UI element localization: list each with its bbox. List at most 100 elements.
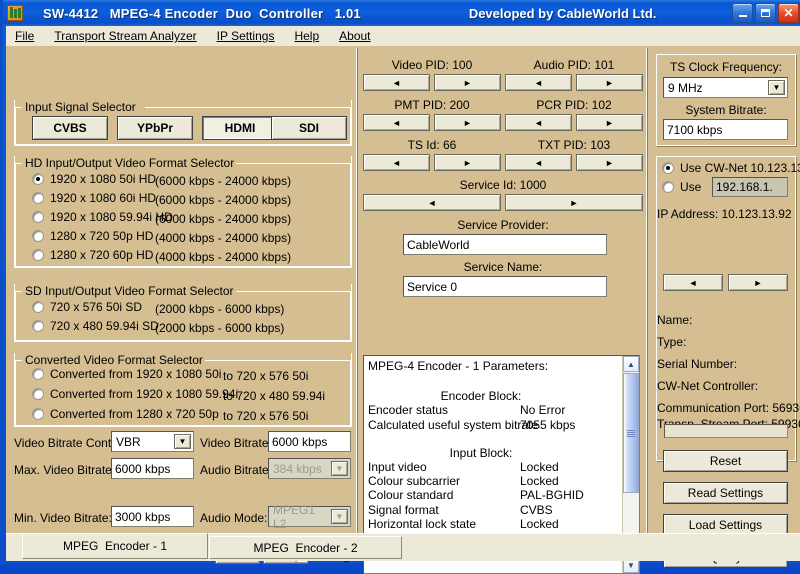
ts-clock-combo[interactable]: 9 MHz ▼ — [663, 77, 788, 98]
max-video-bitrate-input[interactable]: 6000 kbps — [111, 458, 194, 479]
use-ip-label: Use — [680, 180, 702, 194]
ip-address-label: IP Address: 10.123.13.92 — [657, 207, 792, 221]
hd-format-option-4[interactable]: 1280 x 720 60p HD — [32, 248, 153, 262]
hd-format-option-0[interactable]: 1920 x 1080 50i HD — [32, 172, 156, 186]
menu-item-file[interactable]: File — [6, 27, 43, 45]
parameter-key: Signal format — [368, 502, 439, 517]
audio-pid-decrease-button[interactable]: ◄ — [505, 74, 572, 91]
hd-format-option-2[interactable]: 1920 x 1080 59.94i HD — [32, 210, 173, 224]
minimize-button[interactable] — [732, 3, 753, 23]
menu-item-help[interactable]: Help — [285, 27, 328, 45]
pcr-pid-increase-button[interactable]: ► — [576, 114, 643, 131]
parameter-row: Horizontal lock state Locked — [368, 517, 618, 531]
ts-id-increase-button[interactable]: ► — [434, 154, 501, 171]
txt-pid-label: TXT PID: 103 — [537, 138, 611, 152]
use-ip-input[interactable]: 192.168.1. — [712, 177, 788, 197]
service-id-label: Service Id: 1000 — [459, 178, 547, 192]
scroll-up-icon[interactable]: ▲ — [623, 356, 639, 372]
service-id-increase-button[interactable]: ► — [505, 194, 643, 211]
audio-mode-combo[interactable]: MPEG1 L2 ▼ — [268, 503, 351, 531]
video-pid-decrease-button[interactable]: ◄ — [363, 74, 430, 91]
communication-port-label: Communication Port: 56936 — [657, 401, 800, 415]
parameter-row: Colour standard PAL-BGHID — [368, 488, 618, 502]
scrollbar-thumb[interactable] — [623, 373, 639, 493]
converted-format-option-1[interactable]: Converted from 1920 x 1080 59.94i — [32, 387, 238, 401]
close-button[interactable]: ✕ — [778, 3, 799, 23]
ip-decrease-button[interactable]: ◄ — [663, 274, 723, 291]
service-name-input[interactable]: Service 0 — [403, 276, 607, 297]
application-window: SW-4412 MPEG-4 Encoder Duo Controller 1.… — [0, 0, 800, 574]
converted-format-option-0[interactable]: Converted from 1920 x 1080 50i — [32, 367, 221, 381]
input-button-cvbs[interactable]: CVBS — [32, 116, 108, 140]
video-bitrate-cont-combo[interactable]: VBR ▼ — [111, 431, 194, 452]
service-id-decrease-button[interactable]: ◄ — [363, 194, 501, 211]
audio-bitrate-label: Audio Bitrate: — [200, 463, 273, 477]
column-divider-left-shadow — [357, 48, 358, 557]
parameter-key: Colour standard — [368, 488, 454, 503]
chevron-down-icon[interactable]: ▼ — [768, 80, 785, 95]
parameter-value: No Error — [520, 403, 566, 418]
menu-item-ip-settings[interactable]: IP Settings — [208, 27, 284, 45]
hd-format-option-1-label: 1920 x 1080 60i HD — [50, 191, 157, 205]
sd-format-option-0[interactable]: 720 x 576 50i SD — [32, 300, 142, 314]
pmt-pid-decrease-button[interactable]: ◄ — [363, 114, 430, 131]
parameter-row: Calculated useful system bitrate 7055 kb… — [368, 418, 618, 432]
ts-id-decrease-button[interactable]: ◄ — [363, 154, 430, 171]
menu-item-about[interactable]: About — [330, 27, 379, 45]
radio-indicator — [662, 181, 674, 193]
tab-mpeg-encoder-2[interactable]: MPEG Encoder - 2 — [209, 536, 402, 559]
hd-format-option-3[interactable]: 1280 x 720 50p HD — [32, 229, 153, 243]
title-bar: SW-4412 MPEG-4 Encoder Duo Controller 1.… — [3, 0, 800, 26]
use-ip-radio[interactable]: Use — [662, 180, 701, 194]
pmt-pid-increase-button[interactable]: ► — [434, 114, 501, 131]
tab-mpeg-encoder-1[interactable]: MPEG Encoder - 1 — [22, 533, 208, 559]
chevron-down-icon[interactable]: ▼ — [331, 461, 348, 476]
parameter-key: Colour subcarrier — [368, 474, 461, 489]
parameter-value: Locked — [520, 474, 559, 489]
hd-format-option-4-label: 1280 x 720 60p HD — [50, 248, 154, 262]
hd-format-option-3-label: 1280 x 720 50p HD — [50, 229, 154, 243]
audio-bitrate-combo[interactable]: 384 kbps ▼ — [268, 458, 351, 479]
converted-format-option-2[interactable]: Converted from 1280 x 720 50p — [32, 407, 219, 421]
input-button-ypbpr[interactable]: YPbPr — [117, 116, 193, 140]
menu-item-transport-stream-analyzer[interactable]: Transport Stream Analyzer — [45, 27, 205, 45]
device-type-label: Type: — [657, 335, 687, 349]
txt-pid-decrease-button[interactable]: ◄ — [505, 154, 572, 171]
video-bitrate-input[interactable]: 6000 kbps — [268, 431, 351, 452]
ts-id-label: TS Id: 66 — [407, 138, 457, 152]
system-bitrate-input[interactable]: 7100 kbps — [663, 119, 788, 140]
cwnet-controller-label: CW-Net Controller: — [657, 379, 759, 393]
radio-indicator — [32, 320, 44, 332]
video-pid-increase-button[interactable]: ► — [434, 74, 501, 91]
hd-format-option-1[interactable]: 1920 x 1080 60i HD — [32, 191, 156, 205]
hd-format-option-4-range: (4000 kbps - 24000 kbps) — [155, 250, 292, 264]
min-video-bitrate-input[interactable]: 3000 kbps — [111, 506, 194, 527]
radio-indicator — [32, 301, 44, 313]
chevron-down-icon[interactable]: ▼ — [331, 509, 348, 524]
parameter-value: Locked — [520, 516, 559, 531]
input-button-hdmi[interactable]: HDMI — [202, 116, 278, 140]
parameter-key: Calculated useful system bitrate — [368, 417, 539, 432]
input-button-sdi[interactable]: SDI — [271, 116, 347, 140]
parameter-row: Colour subcarrier Locked — [368, 474, 618, 488]
service-provider-input[interactable]: CableWorld — [403, 234, 607, 255]
video-bitrate-cont-value: VBR — [116, 434, 141, 449]
audio-pid-increase-button[interactable]: ► — [576, 74, 643, 91]
read-settings-button[interactable]: Read Settings — [663, 482, 788, 504]
client-area: Input Signal Selector CVBS YPbPr HDMI SD… — [6, 46, 800, 574]
radio-indicator — [32, 368, 44, 380]
hd-format-selector-title: HD Input/Output Video Format Selector — [23, 156, 237, 170]
use-cwnet-radio[interactable]: Use CW-Net 10.123.13. — [662, 161, 800, 175]
reset-button[interactable]: Reset — [663, 450, 788, 472]
sd-format-option-0-label: 720 x 576 50i SD — [50, 300, 143, 314]
hd-format-option-3-range: (4000 kbps - 24000 kbps) — [155, 231, 292, 245]
maximize-button[interactable] — [755, 3, 776, 23]
sd-format-option-1[interactable]: 720 x 480 59.94i SD — [32, 319, 159, 333]
hd-format-option-2-range: (6000 kbps - 24000 kbps) — [155, 212, 292, 226]
chevron-down-icon[interactable]: ▼ — [174, 434, 191, 449]
parameter-key: Horizontal lock state — [368, 516, 477, 531]
parameter-value: CVBS — [520, 502, 553, 517]
txt-pid-increase-button[interactable]: ► — [576, 154, 643, 171]
ip-increase-button[interactable]: ► — [728, 274, 788, 291]
pcr-pid-decrease-button[interactable]: ◄ — [505, 114, 572, 131]
